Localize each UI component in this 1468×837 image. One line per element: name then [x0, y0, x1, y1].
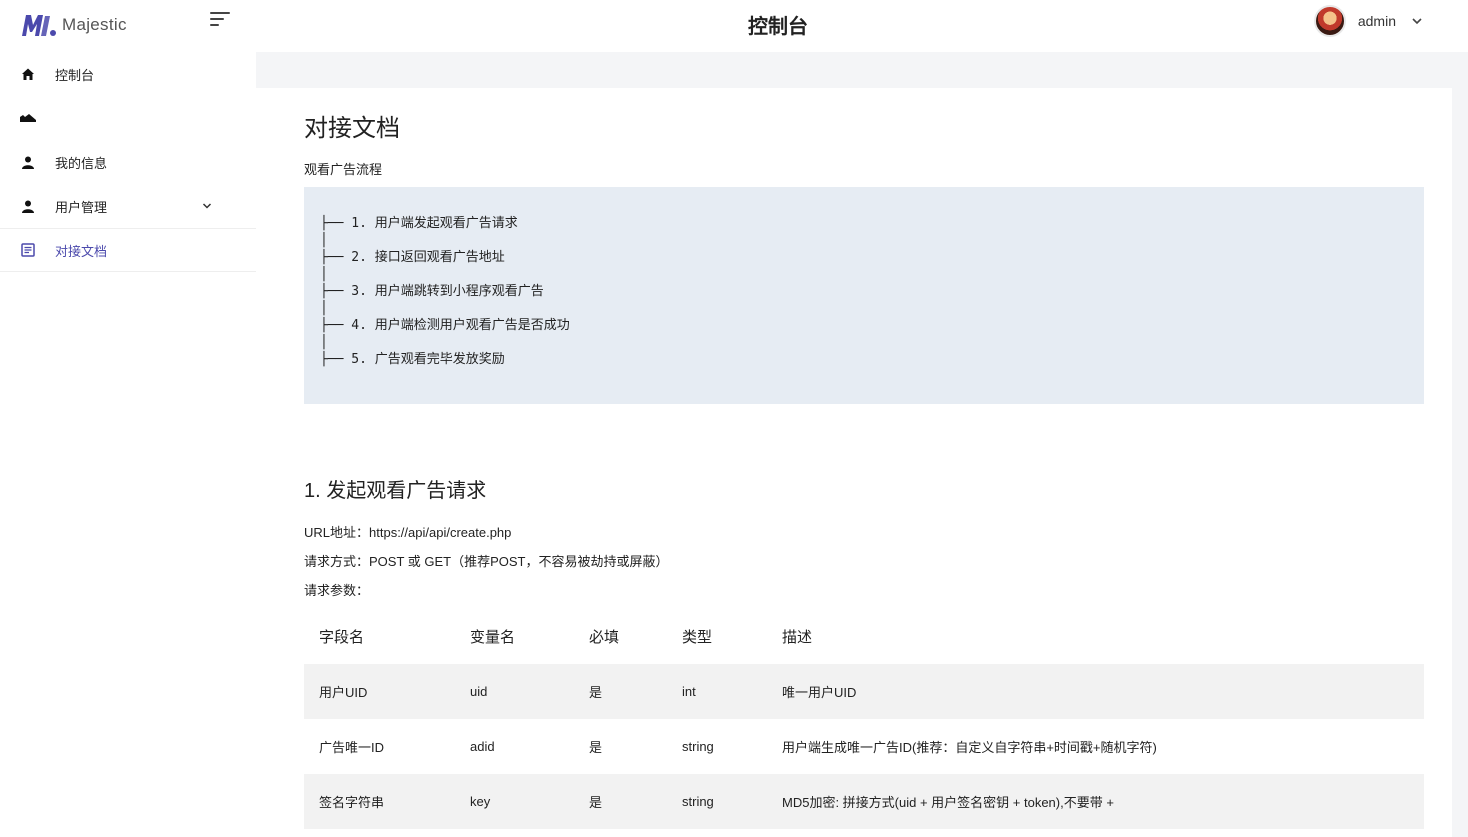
flow-title: 观看广告流程 [304, 162, 383, 177]
flow-code-block: ├── 1. 用户端发起观看广告请求 │ ├── 2. 接口返回观看广告地址 │… [304, 187, 1424, 404]
sidebar-item-label: 控制台 [55, 67, 95, 83]
sidebar: 控制台 我的信息 用户管理 对接文档 [0, 52, 256, 837]
table-row: 用户UID uid 是 int 唯一用户UID [304, 664, 1424, 719]
user-menu[interactable]: admin [1313, 5, 1424, 37]
doc-card: 对接文档 观看广告流程 ├── 1. 用户端发起观看广告请求 │ ├── 2. … [256, 88, 1452, 837]
column-header: 描述 [782, 628, 813, 646]
method-text: 请求方式：POST 或 GET（推荐POST，不容易被劫持或屏蔽） [304, 554, 669, 569]
table-cell: key [470, 794, 491, 809]
user-name[interactable]: admin [1358, 13, 1396, 29]
section-title: 1. 发起观看广告请求 [304, 480, 487, 502]
person-icon [20, 198, 36, 214]
top-navbar: Majestic 控制台 admin [0, 0, 1468, 52]
avatar[interactable] [1313, 5, 1346, 37]
sidebar-item-api-docs[interactable]: 对接文档 [0, 228, 256, 272]
params-table: 字段名 变量名 必填 类型 描述 用户UID uid 是 int 唯一用户UID… [304, 608, 1424, 829]
sidebar-item-my-info[interactable]: 我的信息 [0, 140, 256, 184]
table-cell: string [682, 739, 714, 754]
sidebar-item-label: 我的信息 [55, 155, 108, 171]
flow-line: │ [320, 335, 328, 350]
person-icon [20, 154, 36, 170]
flow-line: ├── 5. 广告观看完毕发放奖励 [320, 352, 505, 367]
table-cell: adid [470, 739, 495, 754]
chevron-down-icon[interactable] [200, 199, 214, 213]
table-row: 广告唯一ID adid 是 string 用户端生成唯一广告ID(推荐：自定义自… [304, 719, 1424, 774]
sidebar-item-ads[interactable] [0, 96, 256, 140]
column-header: 变量名 [470, 628, 516, 646]
home-icon [20, 66, 36, 82]
column-header: 字段名 [319, 628, 365, 646]
flow-line: │ [320, 301, 328, 316]
flow-line: ├── 4. 用户端检测用户观看广告是否成功 [320, 318, 570, 333]
table-cell: 用户端生成唯一广告ID(推荐：自定义自字符串+时间戳+随机字符) [782, 740, 1157, 755]
sidebar-item-label: 对接文档 [55, 243, 108, 259]
flow-line: │ [320, 233, 328, 248]
page-title: 控制台 [748, 16, 808, 38]
flow-line: ├── 2. 接口返回观看广告地址 [320, 250, 505, 265]
table-cell: uid [470, 684, 488, 699]
table-row: 签名字符串 key 是 string MD5加密: 拼接方式(uid + 用户签… [304, 774, 1424, 829]
doc-title: 对接文档 [304, 115, 400, 142]
flow-line: ├── 1. 用户端发起观看广告请求 [320, 216, 518, 231]
table-cell: 是 [589, 795, 603, 810]
url-text: URL地址：https://api/api/create.php [304, 525, 512, 540]
sidebar-item-user-management[interactable]: 用户管理 [0, 184, 256, 228]
table-cell: string [682, 794, 714, 809]
flow-line: │ [320, 267, 328, 282]
column-header: 必填 [589, 628, 620, 646]
table-cell: 用户UID [319, 685, 368, 700]
column-header: 类型 [682, 628, 713, 646]
sidebar-item-dashboard[interactable]: 控制台 [0, 52, 256, 96]
table-cell: int [682, 684, 696, 699]
table-cell: 广告唯一ID [319, 740, 385, 755]
landscape-icon [20, 110, 36, 126]
table-cell: 是 [589, 740, 603, 755]
chevron-down-icon[interactable] [1410, 14, 1424, 28]
flow-line: ├── 3. 用户端跳转到小程序观看广告 [320, 284, 544, 299]
table-cell: 唯一用户UID [782, 685, 857, 700]
document-icon [20, 242, 36, 258]
table-cell: 是 [589, 685, 603, 700]
sidebar-item-label: 用户管理 [55, 199, 108, 215]
params-label: 请求参数： [304, 583, 370, 598]
table-cell: MD5加密: 拼接方式(uid + 用户签名密钥 + token),不要带 + [782, 795, 1114, 810]
table-cell: 签名字符串 [319, 795, 385, 810]
table-header-row: 字段名 变量名 必填 类型 描述 [304, 608, 1424, 664]
